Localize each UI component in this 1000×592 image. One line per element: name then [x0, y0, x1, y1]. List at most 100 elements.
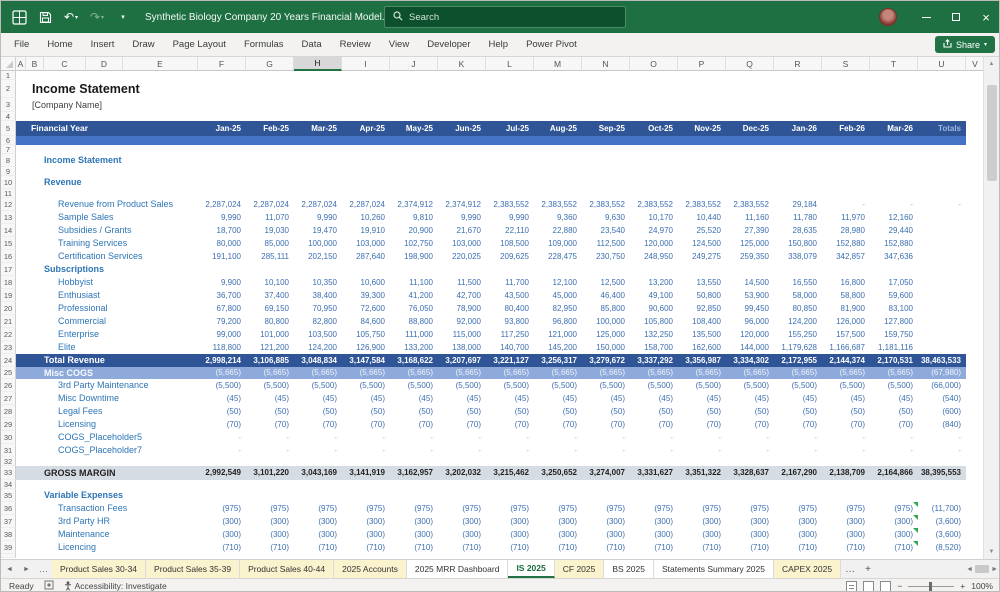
cell-G20[interactable]: 69,150 — [246, 302, 294, 315]
excel-logo-icon[interactable] — [11, 9, 27, 25]
cell-N29[interactable]: (70) — [582, 418, 630, 431]
cell-P31[interactable]: - — [678, 444, 726, 457]
cell-R16[interactable]: 338,079 — [774, 250, 822, 263]
cell-J12[interactable]: 2,374,912 — [390, 198, 438, 211]
cell-K26[interactable]: (5,500) — [438, 379, 486, 392]
cell-R22[interactable]: 155,250 — [774, 328, 822, 341]
cell-I30[interactable]: - — [342, 431, 390, 444]
sheet-nav-prev-icon[interactable]: ◄ — [1, 560, 18, 578]
column-header-A[interactable]: A — [16, 57, 26, 71]
cell-F33[interactable]: 2,992,549 — [198, 466, 246, 480]
cell-R19[interactable]: 58,000 — [774, 289, 822, 302]
cell-Q5[interactable]: Dec-25 — [726, 121, 774, 136]
cell-R13[interactable]: 11,780 — [774, 211, 822, 224]
cell-K20[interactable]: 78,900 — [438, 302, 486, 315]
restore-button[interactable] — [941, 1, 971, 33]
ribbon-tab-draw[interactable]: Draw — [123, 35, 163, 55]
cell-O26[interactable]: (5,500) — [630, 379, 678, 392]
cell-N15[interactable]: 112,500 — [582, 237, 630, 250]
cell-H24[interactable]: 3,048,834 — [294, 354, 342, 367]
column-header-D[interactable]: D — [86, 57, 123, 71]
cell-P36[interactable]: (975) — [678, 502, 726, 515]
cell-K39[interactable]: (710) — [438, 541, 486, 554]
cell-label-17[interactable]: Subscriptions — [16, 263, 985, 276]
cell-K31[interactable]: - — [438, 444, 486, 457]
cell-L20[interactable]: 80,400 — [486, 302, 534, 315]
cell-T19[interactable]: 59,600 — [870, 289, 918, 302]
cell-F21[interactable]: 79,200 — [198, 315, 246, 328]
column-header-B[interactable]: B — [26, 57, 44, 71]
undo-icon[interactable]: ↶ ▾ — [63, 9, 79, 25]
zoom-in-icon[interactable]: + — [960, 581, 965, 591]
cell-J29[interactable]: (70) — [390, 418, 438, 431]
search-input[interactable] — [409, 11, 617, 23]
cell-M21[interactable]: 96,800 — [534, 315, 582, 328]
cell-O14[interactable]: 24,970 — [630, 224, 678, 237]
horizontal-scrollbar-thumb[interactable] — [975, 565, 990, 573]
cell-F23[interactable]: 118,800 — [198, 341, 246, 354]
cell-T22[interactable]: 159,750 — [870, 328, 918, 341]
cell-label-35[interactable]: Variable Expenses — [16, 489, 985, 502]
cell-H28[interactable]: (50) — [294, 405, 342, 418]
cell-S15[interactable]: 152,880 — [822, 237, 870, 250]
cell-T30[interactable]: - — [870, 431, 918, 444]
cell-H25[interactable]: (5,665) — [294, 367, 342, 379]
cell-O30[interactable]: - — [630, 431, 678, 444]
cell-G13[interactable]: 11,070 — [246, 211, 294, 224]
cell-O20[interactable]: 90,600 — [630, 302, 678, 315]
cell-N23[interactable]: 150,000 — [582, 341, 630, 354]
cell-J25[interactable]: (5,665) — [390, 367, 438, 379]
sheet-nav-next-icon[interactable]: ► — [18, 560, 35, 578]
row-header-2[interactable]: 2 — [1, 80, 16, 98]
row-header-33[interactable]: 33 — [1, 466, 16, 480]
cell-M36[interactable]: (975) — [534, 502, 582, 515]
cell-R12[interactable]: 29,184 — [774, 198, 822, 211]
cell-I21[interactable]: 84,600 — [342, 315, 390, 328]
cell-I18[interactable]: 10,600 — [342, 276, 390, 289]
column-header-G[interactable]: G — [246, 57, 294, 71]
cell-M19[interactable]: 45,000 — [534, 289, 582, 302]
ribbon-tab-help[interactable]: Help — [480, 35, 518, 55]
page-layout-view-icon[interactable] — [863, 580, 875, 591]
cell-G29[interactable]: (70) — [246, 418, 294, 431]
cell-label-5[interactable]: Financial Year — [16, 121, 198, 136]
cell-M23[interactable]: 145,200 — [534, 341, 582, 354]
user-avatar[interactable] — [879, 8, 897, 26]
cell-M13[interactable]: 9,360 — [534, 211, 582, 224]
cell-M18[interactable]: 12,100 — [534, 276, 582, 289]
column-header-Q[interactable]: Q — [726, 57, 774, 71]
cell-L33[interactable]: 3,215,462 — [486, 466, 534, 480]
cell-R33[interactable]: 2,167,290 — [774, 466, 822, 480]
cell-J23[interactable]: 133,200 — [390, 341, 438, 354]
cell-U31[interactable]: - — [918, 444, 966, 457]
cell-P26[interactable]: (5,500) — [678, 379, 726, 392]
cell-label-2[interactable]: Income Statement — [16, 80, 985, 98]
cell-P14[interactable]: 25,520 — [678, 224, 726, 237]
cell-M27[interactable]: (45) — [534, 392, 582, 405]
cell-label-14[interactable]: Subsidies / Grants — [16, 224, 198, 237]
cell-Q28[interactable]: (50) — [726, 405, 774, 418]
cell-S25[interactable]: (5,665) — [822, 367, 870, 379]
sheet-tab-product-sales-40-44[interactable]: Product Sales 40-44 — [240, 560, 335, 578]
cell-G14[interactable]: 19,030 — [246, 224, 294, 237]
cell-T38[interactable]: (300) — [870, 528, 918, 541]
cell-H37[interactable]: (300) — [294, 515, 342, 528]
cell-K36[interactable]: (975) — [438, 502, 486, 515]
new-sheet-button[interactable]: + — [859, 560, 877, 578]
zoom-slider[interactable] — [908, 581, 955, 591]
row-header-15[interactable]: 15 — [1, 237, 16, 250]
cell-M30[interactable]: - — [534, 431, 582, 444]
cell-S20[interactable]: 81,900 — [822, 302, 870, 315]
cell-N19[interactable]: 46,400 — [582, 289, 630, 302]
cell-label-38[interactable]: Maintenance — [16, 528, 198, 541]
row-header-31[interactable]: 31 — [1, 444, 16, 457]
cell-H30[interactable]: - — [294, 431, 342, 444]
cell-R28[interactable]: (50) — [774, 405, 822, 418]
cell-N31[interactable]: - — [582, 444, 630, 457]
accessibility-status[interactable]: Accessibility: Investigate — [64, 581, 167, 591]
cell-I39[interactable]: (710) — [342, 541, 390, 554]
cell-Q19[interactable]: 53,900 — [726, 289, 774, 302]
cell-N27[interactable]: (45) — [582, 392, 630, 405]
cell-K28[interactable]: (50) — [438, 405, 486, 418]
cell-N25[interactable]: (5,665) — [582, 367, 630, 379]
